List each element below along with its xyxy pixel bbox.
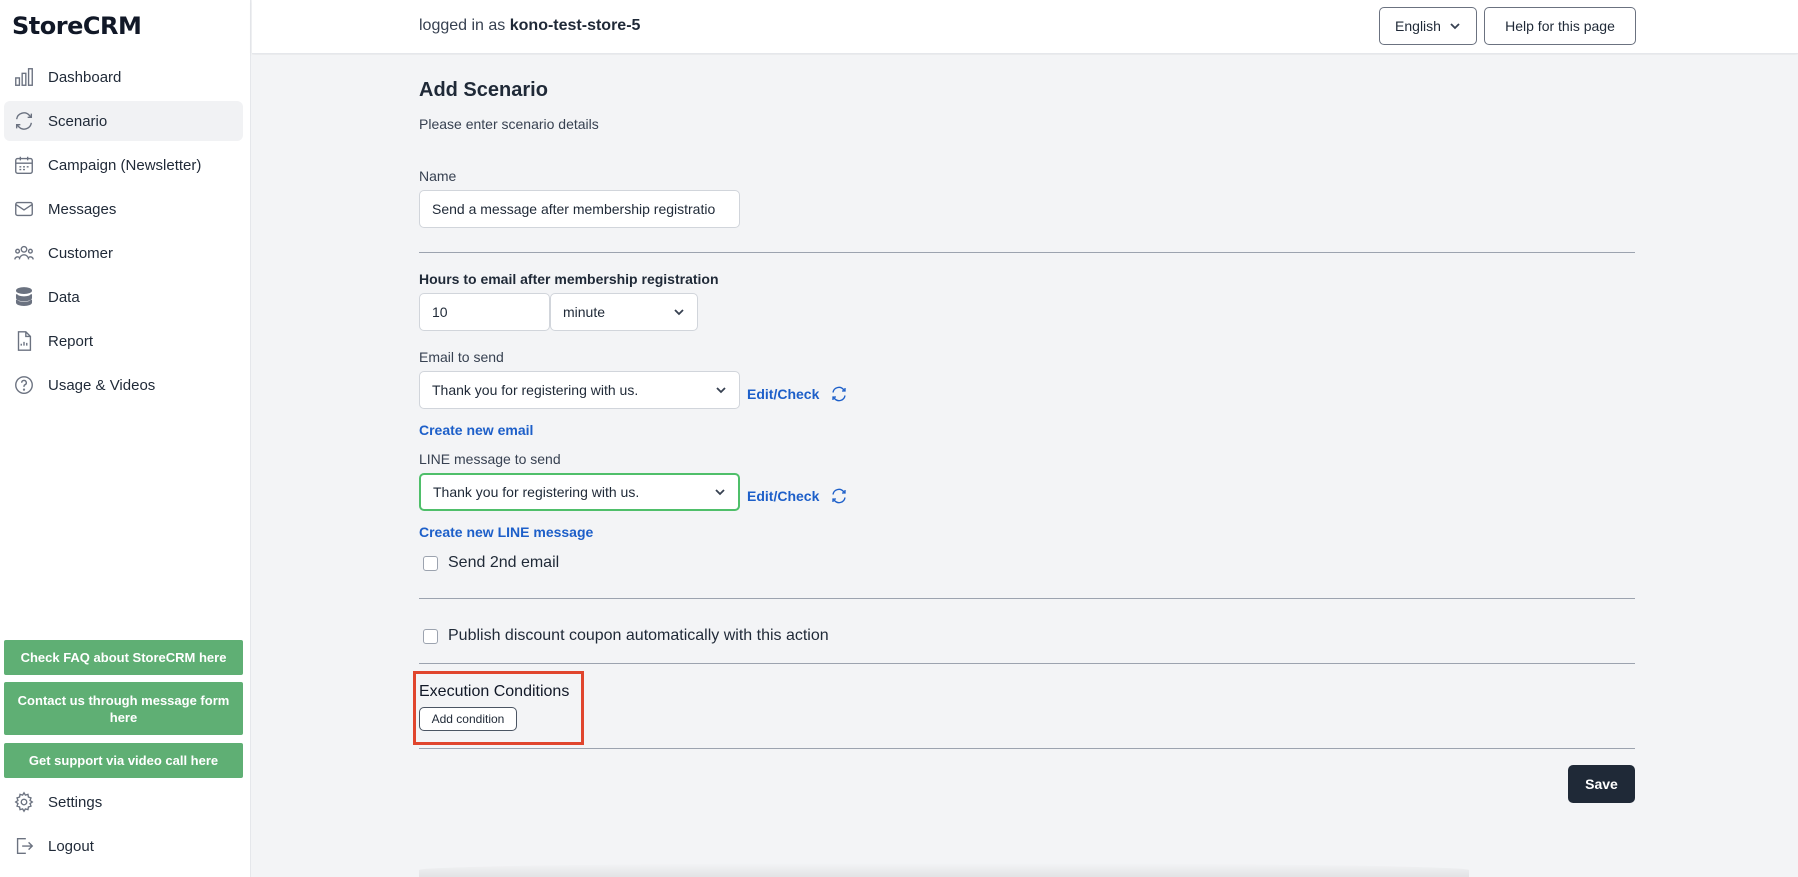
- bar-chart-icon: [12, 65, 36, 89]
- faq-button[interactable]: Check FAQ about StoreCRM here: [4, 640, 243, 675]
- calendar-icon: [12, 153, 36, 177]
- unit-select[interactable]: minute: [550, 293, 698, 331]
- second-email-row: Send 2nd email: [423, 554, 559, 572]
- sidebar-item-label: Data: [48, 288, 80, 306]
- sidebar-item-label: Messages: [48, 200, 117, 218]
- line-label: LINE message to send: [419, 451, 561, 467]
- mail-icon: [12, 197, 36, 221]
- help-circle-icon: [12, 373, 36, 397]
- divider: [419, 598, 1635, 599]
- refresh-icon: [12, 109, 36, 133]
- coupon-checkbox[interactable]: [423, 628, 438, 644]
- main-content: Add Scenario Please enter scenario detai…: [252, 55, 1798, 877]
- add-condition-button[interactable]: Add condition: [419, 707, 517, 731]
- gear-icon: [12, 790, 36, 814]
- line-select-value: Thank you for registering with us.: [433, 484, 640, 500]
- sidebar-item-label: Customer: [48, 244, 114, 262]
- email-select-value: Thank you for registering with us.: [432, 382, 639, 398]
- username: kono-test-store-5: [509, 17, 641, 34]
- coupon-label: Publish discount coupon automatically wi…: [448, 627, 829, 644]
- divider: [419, 663, 1635, 664]
- name-label: Name: [419, 168, 457, 184]
- create-email-link[interactable]: Create new email: [419, 422, 533, 438]
- sidebar-item-scenario[interactable]: Scenario: [4, 101, 243, 141]
- save-button[interactable]: Save: [1568, 765, 1635, 803]
- sidebar-item-label: Logout: [48, 837, 94, 855]
- sidebar-item-logout[interactable]: Logout: [4, 826, 243, 866]
- logged-in-text: logged in as kono-test-store-5: [419, 17, 640, 35]
- settings-nav: Settings: [4, 782, 243, 826]
- logout-nav: Logout: [4, 826, 243, 870]
- chevron-down-icon: [1450, 23, 1460, 30]
- divider: [419, 252, 1635, 253]
- name-input[interactable]: Send a message after membership registra…: [419, 190, 740, 228]
- line-select[interactable]: Thank you for registering with us.: [419, 473, 740, 511]
- hours-label: Hours to email after membership registra…: [419, 271, 719, 287]
- chevron-down-icon: [674, 309, 684, 316]
- sidebar: StoreCRM Dashboard Scenario Campaign (Ne…: [0, 0, 251, 877]
- email-label: Email to send: [419, 349, 504, 365]
- email-select[interactable]: Thank you for registering with us.: [419, 371, 740, 409]
- contact-form-button[interactable]: Contact us through message form here: [4, 682, 243, 735]
- sidebar-item-label: Campaign (Newsletter): [48, 156, 202, 174]
- sidebar-item-label: Scenario: [48, 112, 108, 130]
- email-edit-check-link[interactable]: Edit/Check: [747, 386, 819, 402]
- second-email-label: Send 2nd email: [448, 554, 560, 571]
- second-email-checkbox[interactable]: [423, 555, 438, 571]
- line-refresh-icon[interactable]: [830, 487, 848, 505]
- sidebar-item-customer[interactable]: Customer: [4, 233, 243, 273]
- create-line-link[interactable]: Create new LINE message: [419, 524, 593, 540]
- line-edit-check-link[interactable]: Edit/Check: [747, 488, 819, 504]
- divider: [419, 748, 1635, 749]
- document-icon: [12, 329, 36, 353]
- sidebar-item-data[interactable]: Data: [4, 277, 243, 317]
- unit-select-value: minute: [563, 304, 606, 320]
- language-dropdown[interactable]: English: [1379, 7, 1477, 45]
- sidebar-item-label: Dashboard: [48, 68, 122, 86]
- sidebar-item-usage-videos[interactable]: Usage & Videos: [4, 365, 243, 405]
- sidebar-item-label: Settings: [48, 793, 103, 811]
- coupon-row: Publish discount coupon automatically wi…: [423, 627, 829, 645]
- language-label: English: [1395, 18, 1441, 34]
- hours-input[interactable]: 10: [419, 293, 550, 331]
- top-header: logged in as kono-test-store-5 English H…: [252, 0, 1798, 54]
- sidebar-item-label: Report: [48, 332, 94, 350]
- app-logo[interactable]: StoreCRM: [12, 12, 142, 40]
- sidebar-item-report[interactable]: Report: [4, 321, 243, 361]
- sidebar-item-campaign[interactable]: Campaign (Newsletter): [4, 145, 243, 185]
- logout-icon: [12, 834, 36, 858]
- sidebar-item-label: Usage & Videos: [48, 376, 156, 394]
- chevron-down-icon: [716, 387, 726, 394]
- chevron-down-icon: [715, 489, 725, 496]
- sidebar-item-dashboard[interactable]: Dashboard: [4, 57, 243, 97]
- help-page-button[interactable]: Help for this page: [1484, 7, 1636, 45]
- database-icon: [12, 285, 36, 309]
- execution-conditions-title: Execution Conditions: [419, 683, 570, 700]
- page-subtitle: Please enter scenario details: [419, 116, 599, 132]
- bottom-shadow: [419, 863, 1469, 877]
- logged-prefix: logged in as: [419, 17, 506, 34]
- sidebar-nav: Dashboard Scenario Campaign (Newsletter)…: [4, 57, 243, 409]
- sidebar-item-messages[interactable]: Messages: [4, 189, 243, 229]
- page-title: Add Scenario: [419, 79, 548, 101]
- video-support-button[interactable]: Get support via video call here: [4, 743, 243, 778]
- users-icon: [12, 241, 36, 265]
- sidebar-item-settings[interactable]: Settings: [4, 782, 243, 822]
- email-refresh-icon[interactable]: [830, 385, 848, 403]
